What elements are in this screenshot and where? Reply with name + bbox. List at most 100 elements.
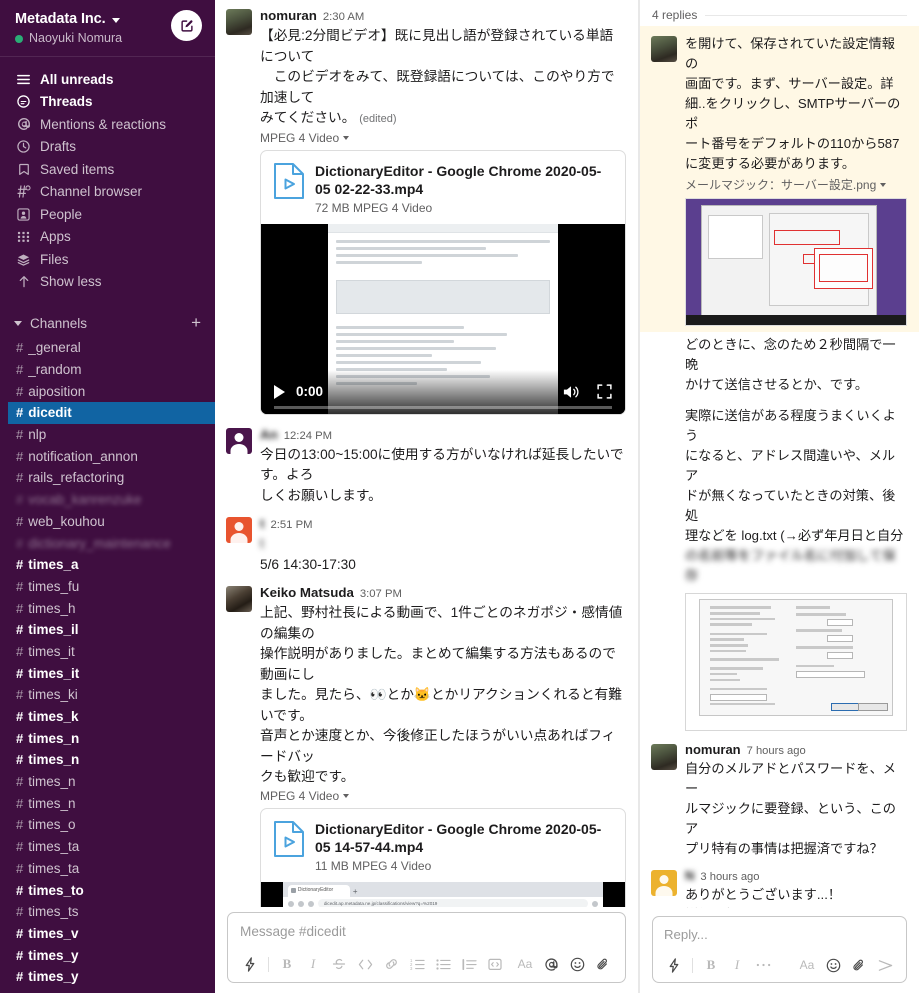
message-timestamp[interactable]: 7 hours ago [747, 743, 806, 759]
message-author[interactable]: nomuran [685, 742, 741, 758]
message-composer[interactable]: Message #dicedit B I 123 Aa [227, 912, 626, 983]
sidebar-channel-times_n[interactable]: # times_n [0, 727, 215, 749]
message-timestamp[interactable]: 2:51 PM [270, 517, 312, 534]
message-input[interactable]: Message #dicedit [228, 913, 625, 949]
message-author[interactable]: An [260, 426, 278, 443]
ordered-list-icon[interactable]: 123 [404, 953, 430, 975]
format-aa-icon[interactable]: Aa [512, 953, 538, 975]
annotated-screenshot-2[interactable] [685, 593, 907, 731]
sidebar-channel-times_y[interactable]: # times_y [0, 966, 215, 988]
sidebar-item-channel-browser[interactable]: Channel browser [0, 181, 215, 204]
file-type-toggle[interactable]: MPEG 4 Video [260, 130, 626, 148]
sidebar-channel-dicedit[interactable]: # dicedit [8, 402, 215, 424]
avatar[interactable] [226, 517, 252, 543]
channels-section-toggle[interactable]: Channels [14, 316, 87, 331]
workspace-header[interactable]: Metadata Inc. Naoyuki Nomura [0, 0, 215, 57]
sidebar-channel-_random[interactable]: # _random [0, 359, 215, 381]
emoji-icon[interactable] [564, 953, 590, 975]
sidebar-channel-times_v[interactable]: # times_v [0, 923, 215, 945]
bold-icon[interactable]: B [698, 954, 724, 976]
sidebar-channel-times_a[interactable]: # times_a [0, 554, 215, 576]
workspace-name-button[interactable]: Metadata Inc. [15, 11, 122, 28]
bulleted-list-icon[interactable] [430, 953, 456, 975]
emoji-icon[interactable] [820, 954, 846, 976]
sidebar-item-all-unreads[interactable]: All unreads [0, 68, 215, 91]
avatar[interactable] [226, 9, 252, 35]
link-icon[interactable] [378, 953, 404, 975]
message-author[interactable]: Keiko Matsuda [260, 584, 354, 601]
sidebar-channel-_general[interactable]: # _general [0, 337, 215, 359]
video-progress-bar[interactable] [274, 405, 612, 409]
sidebar-channel-times_it[interactable]: # times_it [0, 641, 215, 663]
sidebar-channel-notification_annon[interactable]: # notification_annon [0, 445, 215, 467]
sidebar-channel-times_to[interactable]: # times_to [0, 879, 215, 901]
reply-input[interactable]: Reply... [653, 917, 906, 951]
message-timestamp[interactable]: 3:07 PM [360, 586, 402, 603]
sidebar-item-show-less[interactable]: Show less [0, 271, 215, 294]
avatar[interactable] [651, 870, 677, 896]
file-type-toggle[interactable]: MPEG 4 Video [260, 788, 626, 806]
message-author[interactable]: t [260, 515, 264, 532]
message-timestamp[interactable]: 3 hours ago [700, 869, 759, 885]
blockquote-icon[interactable] [456, 953, 482, 975]
send-icon[interactable] [872, 954, 898, 976]
sidebar-channel-aiposition[interactable]: # aiposition [0, 380, 215, 402]
sidebar-channel-times_y[interactable]: # times_y [0, 944, 215, 966]
play-button-icon[interactable] [274, 384, 285, 399]
compose-button[interactable] [171, 10, 202, 41]
message-timestamp[interactable]: 2:30 AM [323, 9, 364, 26]
file-name[interactable]: DictionaryEditor - Google Chrome 2020-05… [315, 820, 613, 856]
sidebar-channel-times_k[interactable]: # times_k [0, 706, 215, 728]
thread-file-toggle[interactable]: メールマジック：サーバー設定.png [685, 176, 907, 193]
file-name[interactable]: DictionaryEditor - Google Chrome 2020-05… [315, 162, 613, 198]
code-block-icon[interactable] [482, 953, 508, 975]
sidebar-item-threads[interactable]: Threads [0, 91, 215, 114]
add-channel-button[interactable]: + [191, 314, 201, 331]
sidebar-channel-times_n[interactable]: # times_n [0, 771, 215, 793]
avatar[interactable] [651, 36, 677, 62]
sidebar-channel-times_it[interactable]: # times_it [0, 662, 215, 684]
message-author[interactable]: nomuran [260, 7, 317, 24]
avatar[interactable] [226, 427, 252, 454]
reply-composer[interactable]: Reply... B I Aa [652, 916, 907, 983]
annotated-screenshot-1[interactable] [685, 198, 907, 326]
avatar[interactable] [651, 744, 677, 770]
sidebar-channel-dictionary_maintenance[interactable]: # dictionary_maintenance [0, 532, 215, 554]
sidebar-channel-times_ki[interactable]: # times_ki [0, 684, 215, 706]
attachment-icon[interactable] [846, 954, 872, 976]
italic-icon[interactable]: I [300, 953, 326, 975]
fullscreen-icon[interactable] [597, 384, 612, 399]
code-icon[interactable] [352, 953, 378, 975]
attachment-icon[interactable] [590, 953, 616, 975]
sidebar-item-files[interactable]: Files [0, 248, 215, 271]
volume-icon[interactable] [562, 384, 581, 400]
sidebar-channel-times_n[interactable]: # times_n [0, 749, 215, 771]
lightning-icon[interactable] [237, 953, 263, 975]
italic-icon[interactable]: I [724, 954, 750, 976]
sidebar-item-people[interactable]: People [0, 203, 215, 226]
sidebar-channel-vocab_kanrenzuke[interactable]: # vocab_kanrenzuke [0, 489, 215, 511]
sidebar-item-mentions[interactable]: Mentions & reactions [0, 113, 215, 136]
more-options-icon[interactable] [750, 954, 776, 976]
mention-at-icon[interactable] [538, 953, 564, 975]
sidebar-item-drafts[interactable]: Drafts [0, 136, 215, 159]
current-user[interactable]: Naoyuki Nomura [15, 31, 122, 46]
lightning-icon[interactable] [661, 954, 687, 976]
sidebar-channel-times_n[interactable]: # times_n [0, 792, 215, 814]
sidebar-channel-web_kouhou[interactable]: # web_kouhou [0, 511, 215, 533]
sidebar-channel-times_o[interactable]: # times_o [0, 814, 215, 836]
sidebar-channel-times_ts[interactable]: # times_ts [0, 901, 215, 923]
sidebar-channel-times_ta[interactable]: # times_ta [0, 836, 215, 858]
avatar[interactable] [226, 586, 252, 612]
message-author[interactable]: N [685, 868, 694, 884]
sidebar-item-apps[interactable]: Apps [0, 226, 215, 249]
sidebar-channel-rails_refactoring[interactable]: # rails_refactoring [0, 467, 215, 489]
video-player[interactable]: 0:00 [261, 223, 625, 414]
sidebar-channel-times_fu[interactable]: # times_fu [0, 576, 215, 598]
sidebar-channel-times_ta[interactable]: # times_ta [0, 858, 215, 880]
format-aa-icon[interactable]: Aa [794, 954, 820, 976]
sidebar-channel-times_h[interactable]: # times_h [0, 597, 215, 619]
sidebar-item-saved-items[interactable]: Saved items [0, 158, 215, 181]
sidebar-channel-times_il[interactable]: # times_il [0, 619, 215, 641]
strikethrough-icon[interactable] [326, 953, 352, 975]
